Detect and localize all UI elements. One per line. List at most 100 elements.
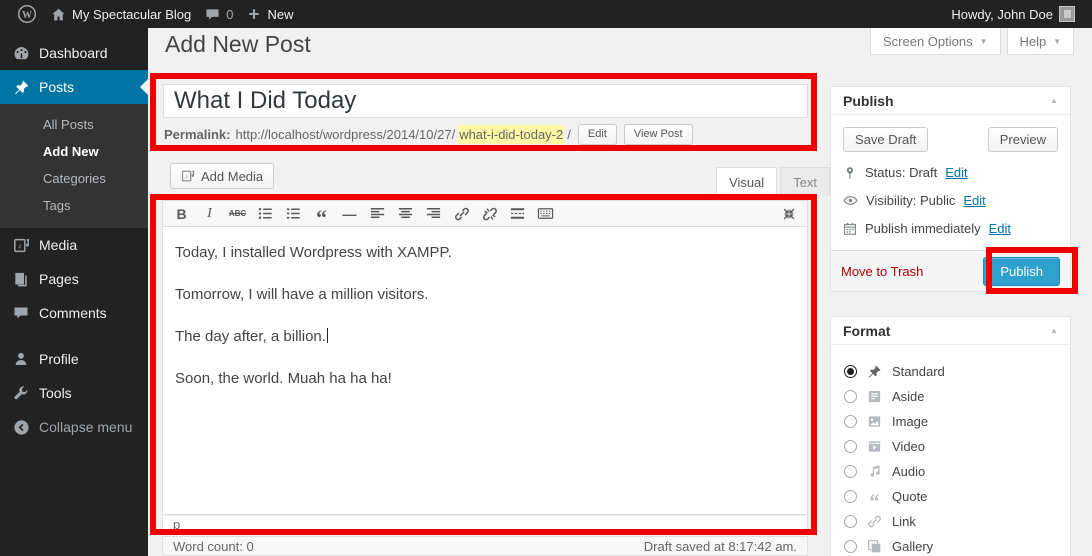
radio-quote[interactable] (844, 490, 857, 503)
chevron-down-icon: ▼ (980, 37, 988, 46)
screen-meta-links: Screen Options ▼ Help ▼ (870, 28, 1074, 55)
submenu-item-tags[interactable]: Tags (0, 192, 148, 219)
screen-options-tab[interactable]: Screen Options ▼ (870, 28, 1001, 55)
submenu-item-add-new[interactable]: Add New (0, 138, 148, 165)
sidebar-item-dashboard[interactable]: Dashboard (0, 36, 148, 70)
permalink-slug[interactable]: what-i-did-today-2 (458, 125, 564, 144)
numbered-list-icon[interactable] (280, 202, 307, 225)
media-icon: ♪ (12, 237, 30, 254)
strikethrough-icon[interactable]: ABC (224, 202, 251, 225)
help-label: Help (1020, 34, 1047, 49)
blockquote-icon[interactable]: “ (308, 202, 335, 225)
align-right-icon[interactable] (420, 202, 447, 225)
format-option-audio[interactable]: Audio (831, 459, 1070, 484)
help-tab[interactable]: Help ▼ (1007, 28, 1075, 55)
posts-submenu: All Posts Add New Categories Tags (0, 104, 148, 228)
edit-visibility-link[interactable]: Edit (963, 193, 985, 208)
comments-icon (12, 305, 30, 321)
format-option-gallery[interactable]: Gallery (831, 534, 1070, 556)
sidebar-item-pages[interactable]: Pages (0, 262, 148, 296)
edit-permalink-button[interactable]: Edit (578, 124, 617, 145)
format-panel-header[interactable]: Format ▲ (831, 317, 1070, 345)
align-left-icon[interactable] (364, 202, 391, 225)
format-label: Image (892, 414, 928, 429)
edit-status-link[interactable]: Edit (945, 165, 967, 180)
tab-visual[interactable]: Visual (716, 167, 777, 196)
radio-aside[interactable] (844, 390, 857, 403)
insert-more-tag-icon[interactable] (504, 202, 531, 225)
format-panel-title: Format (843, 323, 890, 339)
post-editor: B I ABC “ — (162, 200, 808, 535)
editor-content-area[interactable]: Today, I installed Wordpress with XAMPP.… (162, 227, 808, 515)
tab-text[interactable]: Text (780, 167, 830, 196)
radio-link[interactable] (844, 515, 857, 528)
collapse-icon (12, 419, 30, 436)
format-label: Link (892, 514, 916, 529)
screen-options-label: Screen Options (883, 34, 973, 49)
bold-icon[interactable]: B (168, 202, 195, 225)
permalink-label: Permalink: (164, 127, 230, 142)
admin-bar-comments[interactable]: 0 (198, 0, 240, 28)
collapse-panel-icon[interactable]: ▲ (1050, 96, 1058, 105)
admin-bar-new-menu[interactable]: New (240, 0, 300, 28)
save-draft-button[interactable]: Save Draft (843, 127, 928, 152)
format-option-standard[interactable]: Standard (831, 359, 1070, 384)
submenu-item-categories[interactable]: Categories (0, 165, 148, 192)
move-to-trash-link[interactable]: Move to Trash (841, 264, 923, 279)
sidebar-label-pages: Pages (39, 271, 79, 287)
wordpress-logo-menu[interactable]: W (10, 0, 44, 28)
publish-button[interactable]: Publish (983, 257, 1060, 286)
sidebar-item-comments[interactable]: Comments (0, 296, 148, 330)
sidebar-item-tools[interactable]: Tools (0, 376, 148, 410)
home-icon (51, 7, 66, 22)
radio-gallery[interactable] (844, 540, 857, 553)
collapse-panel-icon[interactable]: ▲ (1050, 326, 1058, 335)
sidebar-label-dashboard: Dashboard (39, 45, 108, 61)
admin-bar-site-name[interactable]: My Spectacular Blog (44, 0, 198, 28)
edit-schedule-link[interactable]: Edit (989, 221, 1011, 236)
publish-minor-actions: Save Draft Preview (831, 115, 1070, 152)
admin-bar-my-account[interactable]: Howdy, John Doe (944, 0, 1082, 28)
publish-panel-header[interactable]: Publish ▲ (831, 87, 1070, 115)
format-option-quote[interactable]: “ Quote (831, 484, 1070, 509)
remove-link-icon[interactable] (476, 202, 503, 225)
toolbar-toggle-icon[interactable] (532, 202, 559, 225)
sidebar-label-collapse: Collapse menu (39, 419, 132, 435)
sidebar-item-posts[interactable]: Posts (0, 70, 148, 104)
add-media-button[interactable]: ♪ Add Media (170, 163, 274, 189)
radio-video[interactable] (844, 440, 857, 453)
format-label: Aside (892, 389, 925, 404)
italic-icon[interactable]: I (196, 202, 223, 225)
radio-standard[interactable] (844, 365, 857, 378)
visibility-row: Visibility: Public Edit (831, 180, 1070, 208)
aside-icon (866, 389, 883, 404)
submenu-item-all-posts[interactable]: All Posts (0, 111, 148, 138)
align-center-icon[interactable] (392, 202, 419, 225)
horizontal-rule-icon[interactable]: — (336, 202, 363, 225)
radio-image[interactable] (844, 415, 857, 428)
sidebar-item-profile[interactable]: Profile (0, 342, 148, 376)
preview-button[interactable]: Preview (988, 127, 1058, 152)
schedule-text: Publish immediately (865, 221, 981, 236)
page-title: Add New Post (165, 31, 311, 58)
sidebar-item-media[interactable]: ♪ Media (0, 228, 148, 262)
active-menu-arrow (140, 79, 148, 95)
gallery-icon (866, 539, 883, 554)
format-option-image[interactable]: Image (831, 409, 1070, 434)
post-title-input[interactable] (163, 84, 808, 118)
view-post-button[interactable]: View Post (624, 124, 693, 145)
format-option-aside[interactable]: Aside (831, 384, 1070, 409)
sidebar-label-comments: Comments (39, 305, 107, 321)
insert-link-icon[interactable] (448, 202, 475, 225)
sidebar-item-collapse-menu[interactable]: Collapse menu (0, 410, 148, 444)
sidebar-separator (0, 330, 148, 342)
image-icon (866, 414, 883, 429)
radio-audio[interactable] (844, 465, 857, 478)
site-name-label: My Spectacular Blog (72, 7, 191, 22)
format-option-video[interactable]: Video (831, 434, 1070, 459)
distraction-free-icon[interactable] (775, 202, 802, 225)
video-icon (866, 439, 883, 454)
format-option-link[interactable]: Link (831, 509, 1070, 534)
bulleted-list-icon[interactable] (252, 202, 279, 225)
editor-element-path[interactable]: p (162, 515, 808, 535)
